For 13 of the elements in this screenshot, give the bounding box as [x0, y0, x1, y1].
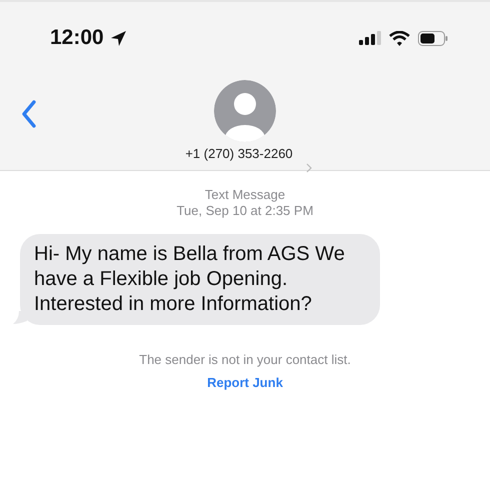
- battery-icon: [418, 30, 448, 46]
- contact-button[interactable]: +1 (270) 353-2260: [185, 146, 293, 161]
- report-junk-link[interactable]: Report Junk: [207, 375, 283, 390]
- unknown-sender-notice: The sender is not in your contact list.: [139, 352, 351, 367]
- back-chevron-icon[interactable]: [21, 100, 37, 128]
- message-timestamp: Tue, Sep 10 at 2:35 PM: [176, 203, 314, 219]
- avatar-icon[interactable]: [214, 80, 276, 142]
- location-arrow-icon: [110, 30, 127, 46]
- wifi-icon: [389, 30, 410, 46]
- signal-icon: [359, 31, 381, 45]
- clock-time: 12:00: [50, 26, 104, 50]
- chevron-right-icon[interactable]: [306, 163, 312, 173]
- service-label: Text Message: [204, 187, 286, 203]
